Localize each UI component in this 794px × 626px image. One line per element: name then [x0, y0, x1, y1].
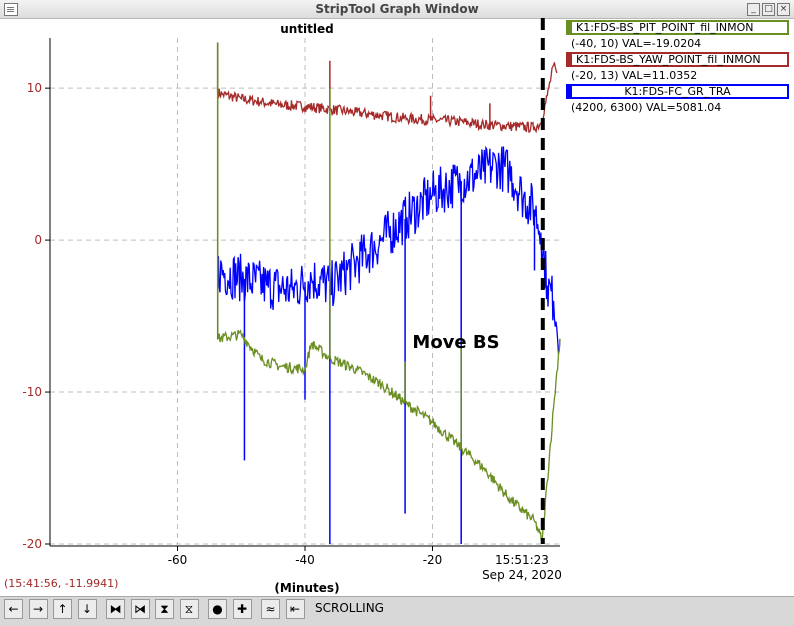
pan-up-button[interactable]: ↑: [53, 599, 72, 619]
cursor-readout: (15:41:56, -11.9941): [4, 577, 119, 590]
x-tick-label: -60: [168, 553, 188, 567]
scroll-button[interactable]: ≈: [261, 599, 280, 619]
pan-left-button[interactable]: ←: [4, 599, 23, 619]
legend-box-yaw[interactable]: K1:FDS-BS_YAW_POINT_fil_INMON: [566, 52, 789, 67]
minimize-button[interactable]: _: [747, 3, 760, 16]
legend-name-yaw: K1:FDS-BS_YAW_POINT_fil_INMON: [576, 53, 761, 66]
x-axis-unit-label: (Minutes): [274, 581, 339, 595]
axes: 10 0 -10 -20 -60 -40 -20 15:51:23Sep 24, 2020 (M…: [22, 38, 562, 595]
zoom-in-y-button[interactable]: ⧗: [155, 599, 174, 619]
y-tick-label: 10: [27, 81, 42, 95]
legend-readout-yaw: (-20, 13) VAL=11.0352: [571, 69, 698, 82]
legend-box-pitch[interactable]: K1:FDS-BS_PIT_POINT_fil_INMON: [566, 20, 789, 35]
x-end-date-label: Sep 24, 2020: [482, 568, 562, 582]
legend-readout-transmission: (4200, 6300) VAL=5081.04: [571, 101, 722, 114]
y-tick-label: -10: [22, 385, 42, 399]
zoom-out-y-button[interactable]: ⧖: [179, 599, 199, 619]
series-line: [217, 145, 561, 355]
x-end-time-label: 15:51:23: [495, 553, 549, 567]
chart-series-group: [216, 18, 561, 544]
y-tick-label: 0: [34, 233, 42, 247]
close-button[interactable]: ×: [777, 3, 790, 16]
pan-down-button[interactable]: ↓: [77, 599, 97, 619]
zoom-in-x-button[interactable]: ⧓: [106, 599, 125, 619]
reset-button[interactable]: ●: [208, 599, 227, 619]
window-title: StripTool Graph Window: [315, 2, 479, 16]
mode-label: SCROLLING: [315, 601, 384, 615]
toolbar: ← → ↑ ↓ ⧓ ⧒ ⧗ ⧖ ● ✚ ≈ ⇤ SCROLLING: [0, 596, 794, 626]
auto-scale-button[interactable]: ✚: [232, 599, 252, 619]
legend-name-transmission: K1:FDS-FC_GR_TRA: [624, 85, 731, 98]
x-tick-label: -40: [295, 553, 315, 567]
legend-name-pitch: K1:FDS-BS_PIT_POINT_fil_INMON: [576, 21, 754, 34]
maximize-button[interactable]: □: [762, 3, 775, 16]
legend-swatch-pitch: [568, 22, 572, 33]
move-bs-annotation: Move BS: [412, 332, 499, 353]
refresh-button[interactable]: ⇤: [285, 599, 305, 619]
legend-readout-pitch: (-40, 10) VAL=-19.0204: [571, 37, 702, 50]
pan-right-button[interactable]: →: [28, 599, 48, 619]
plot-title: untitled: [280, 22, 334, 36]
legend-box-transmission[interactable]: K1:FDS-FC_GR_TRA: [566, 84, 789, 99]
y-tick-label: -20: [22, 537, 42, 551]
window-titlebar[interactable]: StripTool Graph Window _ □ ×: [0, 0, 794, 19]
zoom-out-x-button[interactable]: ⧒: [130, 599, 150, 619]
legend-swatch-yaw: [568, 54, 572, 65]
series-line: [217, 42, 558, 134]
x-tick-label: -20: [423, 553, 443, 567]
